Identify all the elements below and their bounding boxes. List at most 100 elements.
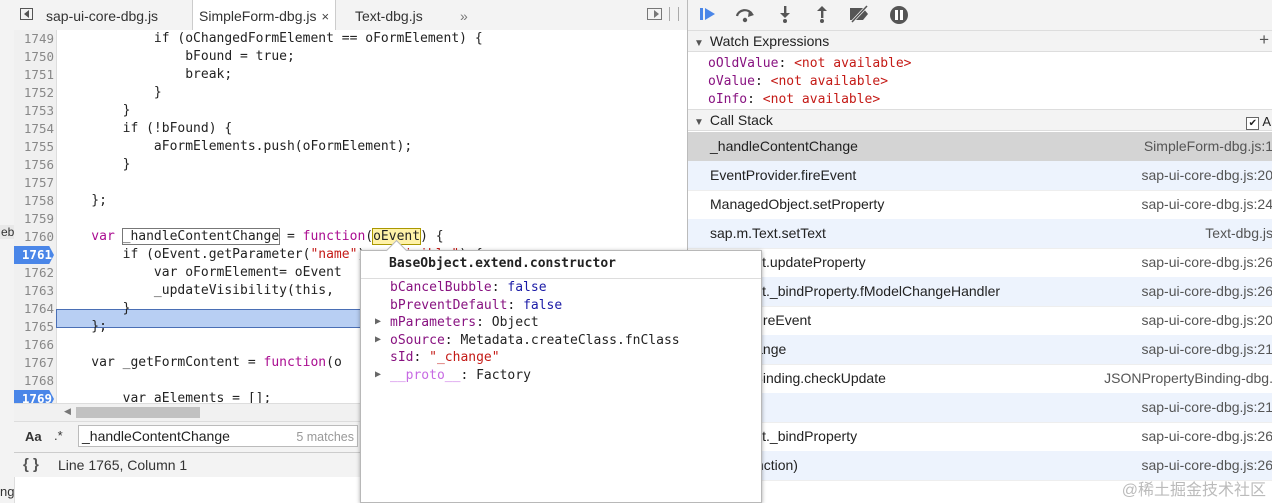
code-line: }; — [60, 193, 107, 208]
step-over-icon[interactable] — [734, 5, 756, 25]
line-number[interactable]: 1754 — [14, 120, 54, 138]
scroll-left-icon[interactable]: ◀ — [64, 406, 71, 417]
scrollbar-thumb[interactable] — [76, 407, 200, 418]
pause-on-exceptions-icon[interactable] — [888, 5, 910, 25]
call-frame[interactable]: _handleContentChange SimpleForm-dbg.js:1 — [688, 132, 1272, 162]
frame-location[interactable]: sap-ui-core-dbg.js:20 — [1141, 161, 1272, 190]
property-separator: : — [444, 332, 461, 348]
close-tab-icon[interactable]: × — [321, 9, 329, 24]
line-number[interactable]: 1751 — [14, 66, 54, 84]
expand-triangle-icon[interactable]: ▶ — [375, 334, 381, 345]
section-title: Watch Expressions — [709, 33, 830, 49]
code-keyword: function — [263, 355, 327, 370]
frame-location[interactable]: Text-dbg.js — [1205, 219, 1272, 248]
call-frame[interactable]: _fireChangesap-ui-core-dbg.js:21 — [688, 335, 1272, 365]
property-key: bCancelBubble — [390, 280, 492, 295]
code-line: } — [60, 157, 131, 172]
match-count: 5 matches — [296, 430, 354, 444]
call-frame[interactable]: ndObject._bindProperty sap-ui-core-dbg.js… — [688, 422, 1272, 452]
pretty-print-button[interactable]: { } — [23, 456, 39, 473]
line-number[interactable]: 1755 — [14, 138, 54, 156]
line-number[interactable]: 1752 — [14, 84, 54, 102]
line-number[interactable]: 1757 — [14, 174, 54, 192]
watermark: @稀土掘金技术社区 — [1121, 482, 1266, 499]
frame-location[interactable]: sap-ui-core-dbg.js:21 — [1141, 335, 1272, 364]
match-case-button[interactable]: Aa — [25, 429, 42, 444]
object-property: bCancelBubble: false — [390, 280, 547, 295]
add-watch-icon[interactable]: + — [1259, 30, 1269, 50]
call-frame[interactable]: ManagedObject.setProperty sap-ui-core-dbg… — [688, 190, 1272, 220]
frame-function: EventProvider.fireEvent — [710, 167, 857, 183]
frame-location[interactable]: JSONPropertyBinding-dbg. — [1104, 364, 1272, 393]
watch-name: oValue — [708, 74, 755, 89]
call-frame[interactable]: ndObject.updateProperty sap-ui-core-dbg.j… — [688, 248, 1272, 278]
call-frame[interactable]: EventProvider.fireEvent sap-ui-core-dbg.j… — [688, 161, 1272, 191]
popover-divider — [361, 278, 761, 279]
line-number[interactable]: 1759 — [14, 210, 54, 228]
line-number[interactable]: 1758 — [14, 192, 54, 210]
object-property[interactable]: ▶ mParameters: Object — [375, 315, 539, 330]
line-number[interactable]: 1766 — [14, 336, 54, 354]
toggle-debugger-icon[interactable] — [647, 8, 662, 20]
call-frame[interactable]: initializesap-ui-core-dbg.js:21 — [688, 393, 1272, 423]
collapse-triangle-icon: ▼ — [694, 38, 704, 49]
line-number[interactable]: 1750 — [14, 48, 54, 66]
line-number[interactable]: 1756 — [14, 156, 54, 174]
line-number[interactable]: 1765 — [14, 318, 54, 336]
frame-location[interactable]: sap-ui-core-dbg.js:26 — [1141, 422, 1272, 451]
debugger-sidebar: ▼ Watch Expressions + oOldValue: <not ava… — [687, 0, 1272, 503]
frame-location[interactable]: sap-ui-core-dbg.js:20 — [1141, 306, 1272, 335]
frame-function: _handleContentChange — [710, 138, 858, 154]
line-number[interactable]: 1760 — [14, 228, 54, 246]
tab-label: SimpleForm-dbg.js — [199, 8, 317, 24]
line-number[interactable]: 1767 — [14, 354, 54, 372]
code-line: } — [60, 301, 131, 316]
resume-icon[interactable] — [697, 5, 719, 25]
call-frame[interactable]: ropertyBinding.checkUpdate JSONPropertyBi… — [688, 364, 1272, 394]
search-input[interactable]: _handleContentChange 5 matches — [78, 425, 358, 447]
code-token: var — [60, 229, 123, 244]
call-stack-header[interactable]: ▼ Call Stack ✔ A — [688, 109, 1272, 131]
tab-label: sap-ui-core-dbg.js — [46, 8, 159, 24]
frame-location[interactable]: sap-ui-core-dbg.js:26 — [1141, 277, 1272, 306]
call-frame[interactable]: ndObject._bindProperty.fModelChangeHandl… — [688, 277, 1272, 307]
expand-triangle-icon[interactable]: ▶ — [375, 316, 381, 327]
watch-expression[interactable]: oValue: <not available> — [708, 74, 888, 89]
frame-location[interactable]: sap-ui-core-dbg.js:26 — [1141, 248, 1272, 277]
object-property[interactable]: ▶ oSource: Metadata.createClass.fnClass — [375, 332, 680, 348]
regex-button[interactable]: .* — [54, 428, 63, 443]
line-number[interactable]: 1753 — [14, 102, 54, 120]
step-out-icon[interactable] — [811, 5, 833, 25]
watch-expression[interactable]: oInfo: <not available> — [708, 92, 880, 107]
watch-expression[interactable]: oOldValue: <not available> — [708, 56, 912, 71]
code-line: if (oChangedFormElement == oFormElement)… — [60, 31, 483, 46]
tab-simpleform[interactable]: SimpleForm-dbg.js × — [192, 0, 337, 31]
tab-sap-ui-core[interactable]: sap-ui-core-dbg.js — [40, 0, 164, 30]
line-number[interactable]: 1762 — [14, 264, 54, 282]
watch-separator: : — [747, 92, 763, 107]
async-checkbox[interactable]: ✔ A — [1246, 112, 1271, 132]
frame-location[interactable]: sap-ui-core-dbg.js:24 — [1141, 190, 1272, 219]
toggle-navigator-icon[interactable] — [20, 8, 33, 20]
step-into-icon[interactable] — [774, 5, 796, 25]
tab-text[interactable]: Text-dbg.js — [349, 0, 429, 30]
deactivate-breakpoints-icon[interactable] — [848, 4, 870, 25]
line-number[interactable]: 1749 — [14, 30, 54, 48]
frame-function: ManagedObject.setProperty — [710, 196, 885, 212]
line-number[interactable]: 1764 — [14, 300, 54, 318]
line-gutter[interactable]: 1749 1750 1751 1752 1753 1754 1755 1756 1757 1758… — [14, 30, 57, 420]
call-frame[interactable]: sap.m.Text.setText Text-dbg.js — [688, 219, 1272, 249]
more-tabs-icon[interactable]: » — [454, 0, 474, 30]
call-frame[interactable]: rovider.fireEventsap-ui-core-dbg.js:20 — [688, 306, 1272, 336]
object-property[interactable]: ▶ __proto__: Factory — [375, 368, 531, 383]
frame-location[interactable]: sap-ui-core-dbg.js:21 — [1141, 393, 1272, 422]
line-number[interactable]: 1768 — [14, 372, 54, 390]
watch-value: <not available> — [770, 74, 889, 89]
breakpoint-line-number[interactable]: 1761 — [14, 246, 54, 264]
left-panel-strip: eb — [0, 0, 16, 503]
frame-location[interactable]: SimpleForm-dbg.js:1 — [1144, 132, 1272, 161]
watch-expressions-header[interactable]: ▼ Watch Expressions + — [688, 30, 1272, 52]
expand-triangle-icon[interactable]: ▶ — [375, 369, 381, 380]
split-handle-icon[interactable] — [669, 7, 679, 21]
line-number[interactable]: 1763 — [14, 282, 54, 300]
